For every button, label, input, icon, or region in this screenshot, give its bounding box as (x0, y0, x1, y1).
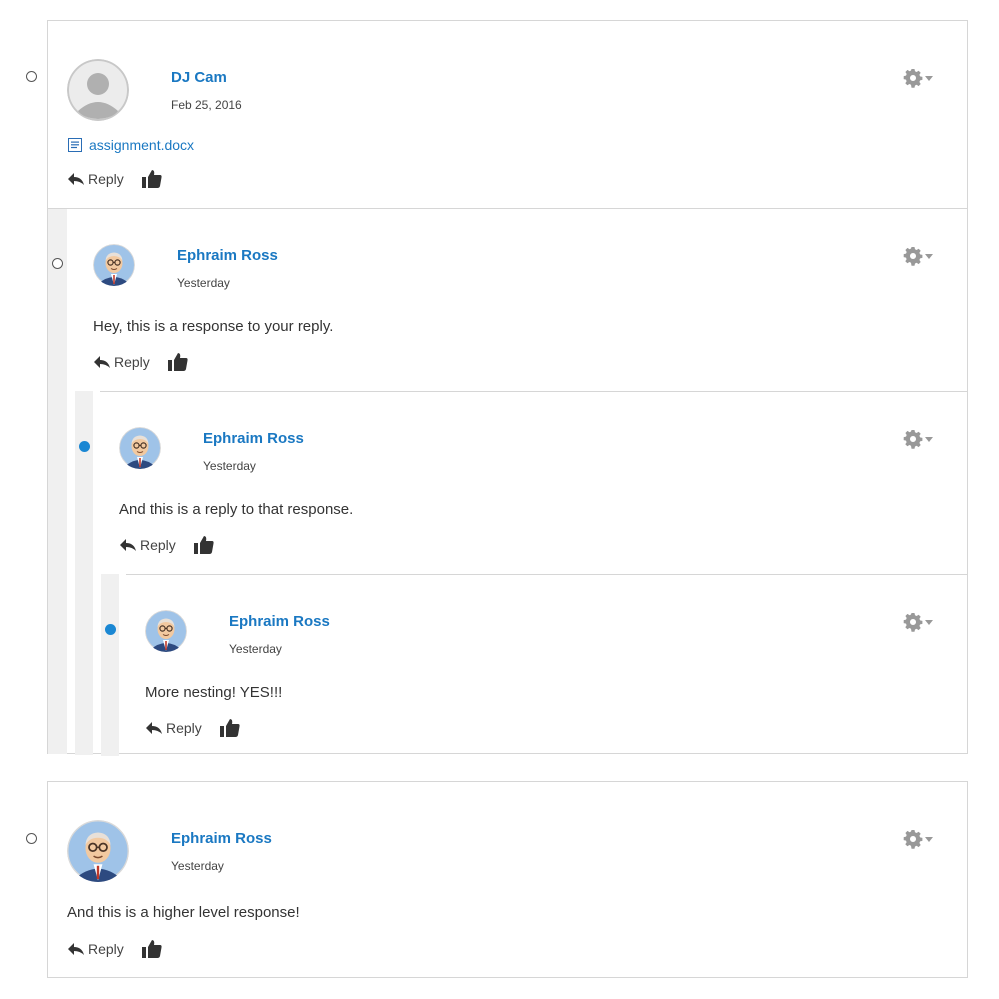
attachment-filename: assignment.docx (89, 137, 195, 153)
reply-arrow-icon (145, 721, 163, 735)
reply-label: Reply (140, 536, 176, 553)
comment-actions: Reply (93, 352, 188, 371)
reply-button[interactable]: Reply (145, 720, 202, 736)
comment-text: And this is a reply to that response. (119, 501, 354, 518)
comment-settings-menu[interactable] (903, 829, 933, 849)
attachment-link[interactable]: assignment.docx (67, 137, 194, 153)
like-button[interactable] (167, 352, 188, 371)
comment-settings-menu[interactable] (903, 68, 933, 88)
unread-status-dot (105, 624, 116, 635)
reply-container: Ephraim Ross Yesterday Hey, this is a re… (48, 208, 967, 756)
reply-button[interactable]: Reply (67, 171, 124, 187)
comment-date: Yesterday (229, 642, 282, 656)
comment-settings-menu[interactable] (903, 429, 933, 449)
gear-icon (903, 612, 923, 632)
comment-text: More nesting! YES!!! (145, 684, 283, 701)
cartoon-avatar (67, 820, 129, 882)
comment-date: Feb 25, 2016 (171, 98, 242, 112)
discussion-thread: Ephraim Ross Yesterday And this is a hig… (47, 781, 968, 978)
reply-arrow-icon (67, 172, 85, 186)
default-avatar (67, 59, 129, 121)
comment-actions: Reply (67, 939, 162, 958)
like-button[interactable] (141, 169, 162, 188)
cartoon-avatar (145, 610, 187, 652)
reply-button[interactable]: Reply (93, 354, 150, 370)
thumbs-up-icon (141, 939, 162, 958)
read-status-dot (26, 833, 37, 844)
cartoon-avatar (93, 244, 135, 286)
cartoon-avatar (119, 427, 161, 469)
nesting-indicator (101, 574, 119, 756)
caret-down-icon (925, 75, 933, 81)
comment-actions: Reply (67, 169, 162, 188)
comment-text: And this is a higher level response! (67, 904, 300, 921)
word-document-icon (67, 137, 83, 153)
caret-down-icon (925, 436, 933, 442)
comment-date: Yesterday (203, 459, 256, 473)
caret-down-icon (925, 253, 933, 259)
thumbs-up-icon (167, 352, 188, 371)
reply-arrow-icon (93, 355, 111, 369)
gear-icon (903, 429, 923, 449)
caret-down-icon (925, 836, 933, 842)
comment-text: Hey, this is a response to your reply. (93, 318, 334, 335)
like-button[interactable] (193, 535, 214, 554)
read-status-dot (26, 71, 37, 82)
reply-arrow-icon (67, 942, 85, 956)
reply-label: Reply (114, 353, 150, 370)
reply-button[interactable]: Reply (67, 941, 124, 957)
gear-icon (903, 68, 923, 88)
reply-label: Reply (88, 170, 124, 187)
comment-settings-menu[interactable] (903, 612, 933, 632)
reply-label: Reply (166, 719, 202, 736)
reply-arrow-icon (119, 538, 137, 552)
gear-icon (903, 246, 923, 266)
comment-author[interactable]: Ephraim Ross (203, 430, 304, 447)
comment-settings-menu[interactable] (903, 246, 933, 266)
comment-author[interactable]: Ephraim Ross (177, 247, 278, 264)
thumbs-up-icon (141, 169, 162, 188)
comment-actions: Reply (119, 535, 214, 554)
reply-container: Ephraim Ross Yesterday And this is a rep… (100, 391, 967, 756)
like-button[interactable] (141, 939, 162, 958)
reply-button[interactable]: Reply (119, 537, 176, 553)
gear-icon (903, 829, 923, 849)
comment-date: Yesterday (177, 276, 230, 290)
thumbs-up-icon (193, 535, 214, 554)
discussion-thread: DJ Cam Feb 25, 2016 assignment.docx Repl… (47, 20, 968, 756)
comment-author[interactable]: Ephraim Ross (171, 830, 272, 847)
comment-date: Yesterday (171, 859, 224, 873)
like-button[interactable] (219, 718, 240, 737)
comment-actions: Reply (145, 718, 240, 737)
comment-author[interactable]: Ephraim Ross (229, 613, 330, 630)
caret-down-icon (925, 619, 933, 625)
reply-container: Ephraim Ross Yesterday More nesting! YES… (126, 574, 967, 756)
reply-label: Reply (88, 940, 124, 957)
thumbs-up-icon (219, 718, 240, 737)
comment-author[interactable]: DJ Cam (171, 69, 227, 86)
unread-status-dot (79, 441, 90, 452)
